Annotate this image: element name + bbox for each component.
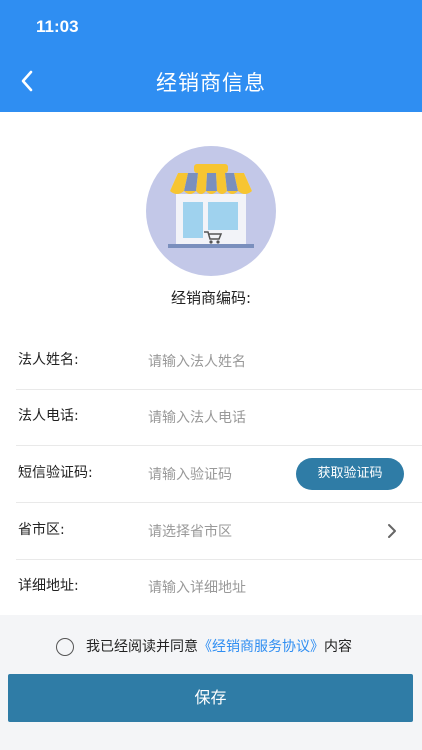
region-select[interactable]: 请选择省市区	[148, 504, 298, 560]
divider	[16, 445, 422, 446]
legal-phone-row: 法人电话: 请输入法人电话	[0, 390, 422, 446]
legal-name-row: 法人姓名: 请输入法人姓名	[0, 334, 422, 390]
address-input[interactable]: 请输入详细地址	[148, 560, 298, 616]
get-code-button[interactable]: 获取验证码	[296, 458, 404, 490]
agreement-link[interactable]: 《经销商服务协议》	[198, 639, 324, 655]
legal-name-label: 法人姓名:	[18, 352, 79, 368]
address-label: 详细地址:	[18, 578, 79, 594]
store-awning-icon	[146, 146, 276, 276]
save-button[interactable]: 保存	[8, 674, 413, 722]
legal-phone-label: 法人电话:	[18, 408, 79, 424]
agree-radio[interactable]	[56, 638, 74, 656]
divider	[16, 502, 422, 503]
dealer-code-label: 经销商编码:	[170, 289, 252, 307]
sms-code-label: 短信验证码:	[18, 465, 93, 481]
agreement-prefix: 我已经阅读并同意	[86, 639, 198, 655]
address-row: 详细地址: 请输入详细地址	[0, 560, 422, 616]
page-title: 经销商信息	[156, 71, 266, 95]
region-label: 省市区:	[18, 522, 65, 538]
legal-phone-input[interactable]: 请输入法人电话	[148, 390, 298, 446]
chevron-right-icon[interactable]	[382, 521, 402, 541]
sms-code-input[interactable]: 请输入验证码	[148, 447, 298, 503]
agreement-suffix: 内容	[324, 639, 352, 655]
agreement-row: 我已经阅读并同意《经销商服务协议》内容	[0, 628, 422, 666]
agreement-text: 我已经阅读并同意《经销商服务协议》内容	[86, 628, 352, 666]
legal-name-input[interactable]: 请输入法人姓名	[148, 334, 298, 390]
status-time: 11:03	[36, 17, 79, 36]
region-row[interactable]: 省市区: 请选择省市区	[0, 504, 422, 560]
top-app-bar: 11:03 经销商信息	[0, 0, 422, 112]
